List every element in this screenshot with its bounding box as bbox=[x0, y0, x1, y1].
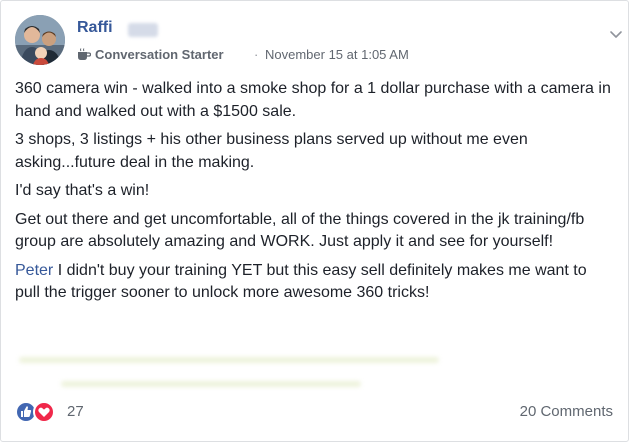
obscured-text-line bbox=[19, 357, 439, 363]
post-paragraph: 360 camera win - walked into a smoke sho… bbox=[15, 80, 611, 120]
post-paragraph: Peter I didn't buy your training YET but… bbox=[15, 260, 615, 305]
coffee-cup-icon bbox=[78, 48, 91, 60]
post-card: Raffi Conversation Starter · November 15… bbox=[0, 0, 629, 442]
chevron-down-icon[interactable] bbox=[608, 29, 624, 41]
author-name-redaction bbox=[128, 23, 158, 37]
badge-label[interactable]: Conversation Starter bbox=[95, 47, 224, 62]
author-name[interactable]: Raffi bbox=[77, 19, 113, 37]
love-icon[interactable] bbox=[33, 401, 55, 423]
comments-link[interactable]: 20 Comments bbox=[520, 403, 613, 420]
avatar[interactable] bbox=[15, 15, 65, 65]
post-footer: 27 20 Comments bbox=[15, 399, 613, 425]
mention-link[interactable]: Peter bbox=[15, 262, 53, 279]
post-timestamp[interactable]: November 15 at 1:05 AM bbox=[265, 47, 409, 62]
meta-separator: · bbox=[254, 47, 259, 62]
reaction-count[interactable]: 27 bbox=[67, 403, 84, 420]
post-body: 360 camera win - walked into a smoke sho… bbox=[15, 78, 615, 311]
post-paragraph-text: I didn't buy your training YET but this … bbox=[15, 261, 587, 302]
post-paragraph: I'd say that's a win! bbox=[15, 182, 150, 199]
obscured-text-line bbox=[61, 381, 361, 387]
post-paragraph: 3 shops, 3 listings + his other business… bbox=[15, 131, 528, 171]
avatar-photo-icon bbox=[15, 15, 65, 65]
post-paragraph: Get out there and get uncomfortable, all… bbox=[15, 210, 585, 251]
post-header: Raffi Conversation Starter · November 15… bbox=[15, 15, 622, 65]
